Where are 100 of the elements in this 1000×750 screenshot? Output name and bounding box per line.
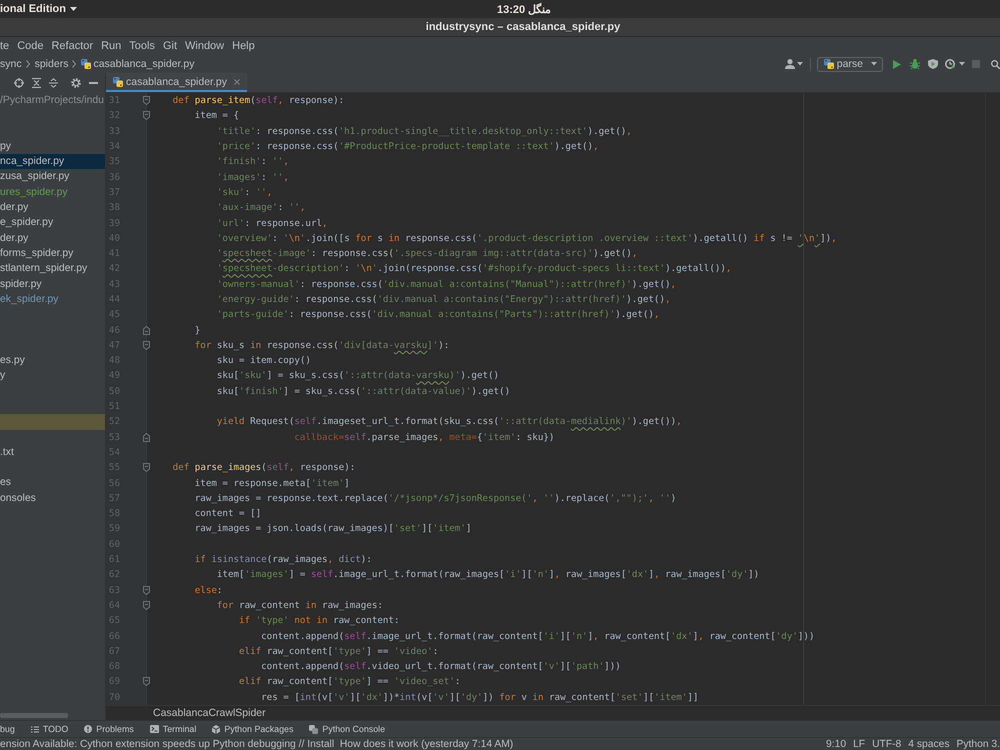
menu-item[interactable]: Window — [185, 40, 224, 52]
clock[interactable]: 13:20 منگل — [497, 2, 552, 16]
code-line: for sku_s in response.css('div[data-varsku]'): — [194, 340, 450, 351]
terminal-icon — [150, 725, 159, 733]
breadcrumb-item[interactable]: casablanca_spider.py — [81, 58, 194, 70]
fold-icon[interactable] — [143, 677, 150, 686]
menu-item[interactable]: Git — [162, 40, 177, 52]
menu-item[interactable]: Tools — [129, 40, 155, 52]
expand-all-icon[interactable] — [49, 78, 58, 88]
breadcrumb-item[interactable]: CasablancaCrawlSpider — [153, 707, 266, 719]
fold-icon[interactable] — [143, 600, 150, 610]
code-line: if 'type' not in raw_content: — [239, 615, 400, 626]
python-file-icon — [113, 76, 123, 86]
profiler-icon[interactable] — [945, 59, 955, 69]
gear-icon[interactable] — [71, 78, 81, 88]
window-title: industrysync – casablanca_spider.py — [426, 21, 620, 33]
code-line: sku['sku'] = sku_s.css('::attr(data-varsku)').get() — [216, 370, 500, 382]
code-line: item['images'] = self.image_url_t.format(raw_images['i']['n'], raw_images['dx'], raw_images['dy']) — [216, 569, 760, 580]
tree-item[interactable]: es.py — [0, 353, 105, 368]
exclamation-circle-icon — [84, 725, 92, 733]
code-line: sku['finish'] = sku_s.css('::attr(data-value)').get() — [216, 386, 510, 397]
code-line: raw_images = json.loads(raw_images)['set']['item'] — [194, 523, 472, 534]
tree-item[interactable]: ures_spider.py — [0, 184, 105, 200]
menu-item[interactable]: Run — [101, 40, 122, 52]
tree-item[interactable]: es — [0, 475, 105, 491]
code-line: def parse_images(self, response): — [172, 462, 356, 474]
tree-item[interactable]: e_spider.py — [0, 215, 105, 231]
tree-item[interactable]: der.py — [0, 200, 105, 216]
tree-item[interactable]: der.py — [0, 230, 105, 246]
menu-item[interactable]: Help — [232, 40, 255, 52]
tree-item[interactable]: y — [0, 368, 105, 384]
fold-icon[interactable] — [143, 340, 150, 350]
editor-tab[interactable]: casablanca_spider.py — [106, 73, 247, 92]
fold-icon[interactable] — [143, 326, 150, 335]
tree-item[interactable]: onsoles — [0, 490, 105, 506]
fold-icon[interactable] — [143, 432, 150, 442]
menu-item[interactable]: te — [0, 40, 10, 52]
python-icon — [824, 59, 834, 69]
tree-item[interactable]: .txt — [0, 444, 105, 460]
code-line: item = { — [194, 110, 240, 122]
code-line: } — [194, 324, 200, 336]
code-line: 'aux-image': '', — [216, 202, 306, 214]
scrollbar-thumb[interactable] — [0, 713, 68, 718]
tree-item[interactable]: py — [0, 138, 105, 154]
code-line: 'parts-guide': response.css('div.manual a:contains("Parts")::attr(href)').get(), — [216, 309, 660, 320]
status-message: ension Available: Cython extension speeds up Python debugging // Install How does it work (yesterday 7:14 AM) — [0, 738, 514, 750]
code-line: item = response.meta['item'] — [194, 478, 350, 489]
close-icon[interactable] — [234, 78, 240, 84]
tree-item[interactable]: zusa_spider.py — [0, 169, 105, 185]
code-line: yield Request(self.imageset_url_t.format(sku_s.css('::attr(data-medialink)').get()), — [216, 416, 682, 428]
breadcrumb-item[interactable]: spiders — [34, 58, 68, 70]
status-item[interactable]: 9:10 — [826, 738, 846, 750]
fold-icon[interactable] — [143, 463, 150, 472]
breadcrumb-item[interactable]: sync — [0, 58, 22, 70]
tree-item[interactable]: stlantern_spider.py — [0, 261, 105, 277]
code-line: 'specsheet-description': '\n'.join(response.css('#shopify-product-specs li::text').getall()), — [216, 263, 732, 274]
tool-window-button[interactable]: Problems — [84, 724, 134, 734]
code-line: 'sku': '', — [216, 186, 272, 198]
code-line: content.append(self.image_url_t.format(raw_content['i']['n'], raw_content['dx'], raw_content['dy'])) — [261, 630, 814, 642]
tool-window-button[interactable]: TODO — [30, 724, 68, 734]
list-icon — [30, 726, 39, 732]
status-item[interactable]: 4 spaces — [908, 738, 950, 750]
search-icon[interactable] — [991, 60, 1000, 68]
status-item[interactable]: LF — [853, 738, 866, 750]
run-icon[interactable] — [893, 60, 901, 68]
menu-item[interactable]: Code — [17, 40, 44, 52]
tool-window-button[interactable]: bug — [0, 724, 15, 734]
code-line: callback=self.parse_images, meta={'item': sku}) — [294, 432, 554, 443]
fold-icon[interactable] — [143, 96, 150, 106]
tree-item[interactable]: nca_spider.py — [0, 154, 105, 170]
code-line: res = [int(v['v']['dx'])*int(v['v']['dy']) for v in raw_content['set']['item']] — [261, 692, 698, 703]
tree-item[interactable]: forms_spider.py — [0, 246, 105, 262]
code-line: raw_images = response.text.replace('/*jsonp*/s7jsonResponse(', '').replace(',"");', '') — [194, 492, 676, 504]
caret-icon — [70, 7, 77, 11]
tree-item[interactable]: ek_spider.py — [0, 292, 105, 308]
app-menu[interactable]: ional Edition — [0, 2, 77, 16]
fold-icon[interactable] — [143, 586, 150, 595]
run-config-select[interactable]: parse — [816, 56, 883, 72]
status-item[interactable]: UTF-8 — [872, 738, 902, 750]
code-line: if isinstance(raw_images, dict): — [194, 554, 372, 566]
crosshair-icon[interactable] — [14, 78, 24, 88]
tool-window-button[interactable]: Python Console — [309, 724, 386, 734]
tree-item[interactable]: /PycharmProjects/indu — [0, 93, 105, 108]
code-line: 'overview': '\n'.join([s for s in response.css('.product-description .overview ::text').getall() if s != '\n']), — [216, 232, 837, 244]
code-line: 'price': response.css('#ProductPrice-product-template ::text').get(), — [216, 141, 599, 152]
code-line: elif raw_content['type'] == 'video_set': — [239, 676, 460, 688]
tool-window-button[interactable]: Terminal — [150, 724, 196, 734]
collapse-all-icon[interactable] — [32, 78, 41, 88]
menu-item[interactable]: Refactor — [51, 40, 94, 52]
code-line: 'energy-guide': response.css('div.manual a:contains("Energy")::attr(href)').get(), — [216, 294, 671, 305]
tool-window-button[interactable]: Python Packages — [212, 724, 294, 734]
fold-icon[interactable] — [143, 111, 150, 120]
code-line: for raw_content in raw_images: — [216, 600, 383, 611]
tree-item[interactable]: spider.py — [0, 276, 105, 292]
account-button[interactable] — [784, 59, 803, 69]
status-item[interactable]: Python 3. — [956, 738, 1000, 750]
coverage-icon[interactable] — [928, 59, 938, 69]
bug-icon[interactable] — [910, 59, 920, 69]
caret-icon[interactable] — [959, 62, 965, 66]
code-line: 'finish': '', — [216, 156, 289, 168]
